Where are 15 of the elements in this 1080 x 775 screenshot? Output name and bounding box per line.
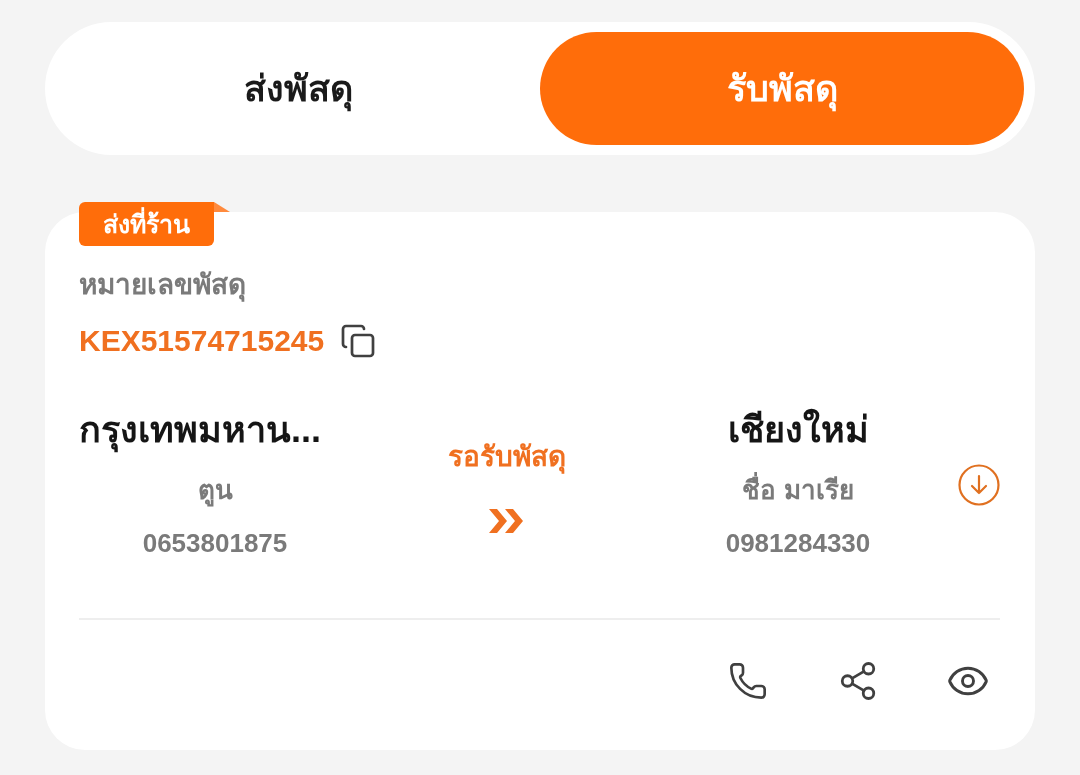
contact-name: ตูน — [197, 474, 233, 509]
download-circle-icon[interactable] — [958, 463, 1000, 506]
phone-number: 0981284330 — [725, 527, 871, 560]
copy-icon[interactable] — [340, 322, 377, 360]
tab[interactable]: ส่งพัสดุ — [56, 32, 540, 145]
contact-name: ชื่อ มาเรีย — [742, 470, 854, 510]
double-chevron-icon — [489, 508, 525, 533]
ribbon-fold-icon — [214, 202, 230, 212]
tracking-label: หมายเลขพัสดุ — [79, 268, 247, 304]
phone-number: 0653801875 — [142, 527, 288, 560]
tracking-number: KEX51574715245 — [79, 323, 325, 359]
status-text: รอรับพัสดุ — [448, 439, 566, 476]
city-name: เชียงใหม่ — [727, 407, 869, 452]
city-name: กรุงเทพมหาน... — [79, 406, 321, 454]
delivery-tag: ส่งที่ร้าน — [79, 202, 214, 246]
